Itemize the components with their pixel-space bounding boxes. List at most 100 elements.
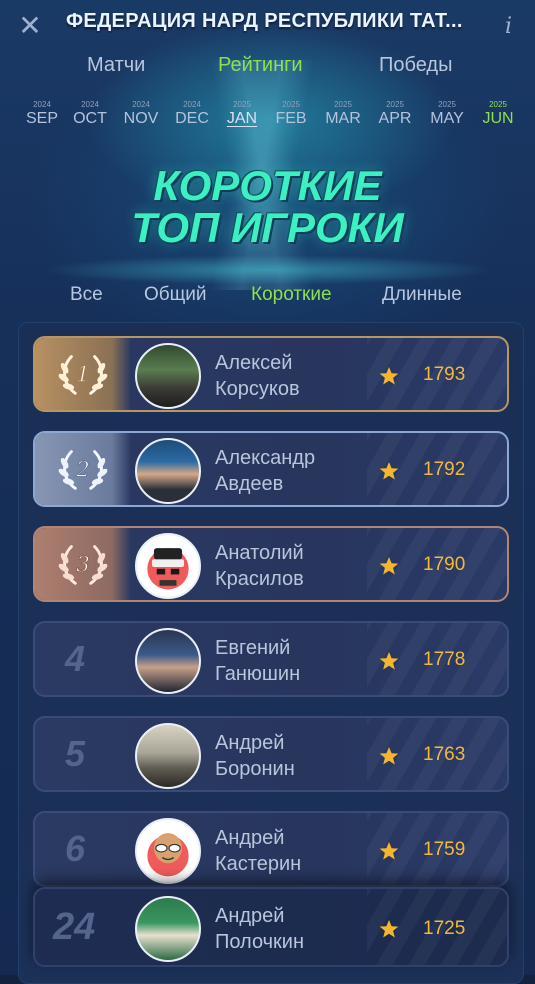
player-name: Евгений Ганюшин xyxy=(215,635,385,687)
avatar xyxy=(135,818,201,884)
gold-laurel-icon: 1 xyxy=(58,355,108,395)
rank-badge: 3 xyxy=(35,528,131,600)
avatar xyxy=(135,896,201,962)
star-icon xyxy=(379,462,399,480)
month-nov-2024[interactable]: 2024 NOV xyxy=(115,100,167,128)
rank-badge: 5 xyxy=(35,718,131,790)
info-icon[interactable]: i xyxy=(505,14,519,39)
leaderboard-row-4[interactable]: 4 Евгений Ганюшин 1778 xyxy=(33,621,509,697)
leaderboard-row-5[interactable]: 5 Андрей Боронин 1763 xyxy=(33,716,509,792)
player-name: Андрей Полочкин xyxy=(215,903,385,955)
month-label: JAN xyxy=(226,110,258,127)
star-icon xyxy=(379,367,399,385)
rank-number: 4 xyxy=(65,638,86,679)
player-first-name: Александр xyxy=(215,447,316,469)
player-first-name: Андрей xyxy=(215,905,285,927)
month-label: APR xyxy=(378,110,412,127)
star-icon xyxy=(379,557,399,575)
month-jun-2025[interactable]: 2025 JUN xyxy=(472,100,524,128)
avatar xyxy=(135,438,201,504)
month-label: MAY xyxy=(430,110,464,127)
player-last-name: Красилов xyxy=(215,568,304,590)
game-type-filters: Все Общий Короткие Длинные xyxy=(0,284,535,310)
rank-number: 2 xyxy=(75,458,90,483)
player-first-name: Андрей xyxy=(215,732,285,754)
month-jan-2025[interactable]: 2025 JAN xyxy=(216,100,268,128)
filter-short[interactable]: Короткие xyxy=(251,284,332,306)
month-year: 2025 xyxy=(438,100,456,109)
star-icon xyxy=(379,652,399,670)
player-name: Анатолий Красилов xyxy=(215,540,385,592)
player-last-name: Корсуков xyxy=(215,378,300,400)
filter-all[interactable]: Все xyxy=(70,284,103,306)
silver-laurel-icon: 2 xyxy=(58,450,108,490)
month-dec-2024[interactable]: 2024 DEC xyxy=(166,100,218,128)
rank-number: 24 xyxy=(53,905,96,948)
current-player-row[interactable]: 24 Андрей Полочкин 1725 xyxy=(33,887,509,967)
month-year: 2025 xyxy=(386,100,404,109)
rank-badge: 24 xyxy=(35,889,131,965)
player-name: Александр Авдеев xyxy=(215,445,385,497)
avatar xyxy=(135,533,201,599)
month-year: 2025 xyxy=(489,100,507,109)
rank-number: 6 xyxy=(65,828,86,869)
month-year: 2024 xyxy=(33,100,51,109)
hero-title-line1: КОРОТКИЕ xyxy=(153,162,382,209)
month-sep-2024[interactable]: 2024 SEP xyxy=(16,100,68,128)
month-year: 2024 xyxy=(132,100,150,109)
rank-number: 5 xyxy=(65,733,86,774)
avatar xyxy=(135,343,201,409)
tab-matches[interactable]: Матчи xyxy=(87,54,145,77)
player-first-name: Андрей xyxy=(215,827,285,849)
player-name: Алексей Корсуков xyxy=(215,350,385,402)
rating-score: 1790 xyxy=(423,554,466,575)
player-last-name: Боронин xyxy=(215,758,295,780)
filter-long[interactable]: Длинные xyxy=(382,284,462,306)
rating-score: 1792 xyxy=(423,459,466,480)
rating-score: 1793 xyxy=(423,364,466,385)
leaderboard-row-6[interactable]: 6 Андрей Кастерин 1759 xyxy=(33,811,509,887)
month-year: 2025 xyxy=(233,100,251,109)
hero-title-line2: ТОП ИГРОКИ xyxy=(131,204,404,251)
month-may-2025[interactable]: 2025 MAY xyxy=(421,100,473,128)
player-name: Андрей Боронин xyxy=(215,730,385,782)
rank-badge: 1 xyxy=(35,338,131,410)
cartoon-avatar-icon xyxy=(147,833,189,877)
leaderboard-row-1[interactable]: 1 Алексей Корсуков 1793 xyxy=(33,336,509,412)
player-first-name: Евгений xyxy=(215,637,291,659)
tab-wins[interactable]: Победы xyxy=(379,54,452,77)
bronze-laurel-icon: 3 xyxy=(58,545,108,585)
player-last-name: Полочкин xyxy=(215,931,305,953)
close-icon[interactable]: ✕ xyxy=(18,12,42,40)
star-icon xyxy=(379,920,399,938)
rating-score: 1725 xyxy=(423,918,466,939)
rating-score: 1759 xyxy=(423,839,466,860)
month-label: DEC xyxy=(175,110,209,127)
month-mar-2025[interactable]: 2025 MAR xyxy=(317,100,369,128)
rank-badge: 2 xyxy=(35,433,131,505)
main-tabs: Матчи Рейтинги Победы xyxy=(0,54,535,80)
tab-ratings[interactable]: Рейтинги xyxy=(218,54,303,77)
rating-score: 1778 xyxy=(423,649,466,670)
rating-score: 1763 xyxy=(423,744,466,765)
month-label: MAR xyxy=(325,110,361,127)
star-icon xyxy=(379,747,399,765)
month-year: 2025 xyxy=(282,100,300,109)
avatar xyxy=(135,723,201,789)
month-label: OCT xyxy=(73,110,107,127)
month-apr-2025[interactable]: 2025 APR xyxy=(369,100,421,128)
player-first-name: Алексей xyxy=(215,352,293,374)
month-oct-2024[interactable]: 2024 OCT xyxy=(64,100,116,128)
month-label: NOV xyxy=(123,110,159,127)
leaderboard-row-2[interactable]: 2 Александр Авдеев 1792 xyxy=(33,431,509,507)
player-last-name: Ганюшин xyxy=(215,663,301,685)
hero-banner: КОРОТКИЕ ТОП ИГРОКИ xyxy=(0,158,535,258)
star-icon xyxy=(379,842,399,860)
month-year: 2025 xyxy=(334,100,352,109)
page-title: ФЕДЕРАЦИЯ НАРД РЕСПУБЛИКИ ТАТ... xyxy=(66,10,463,32)
month-feb-2025[interactable]: 2025 FEB xyxy=(265,100,317,128)
leaderboard-row-3[interactable]: 3 Анатолий Красилов 1790 xyxy=(33,526,509,602)
rank-number: 1 xyxy=(76,363,90,388)
rank-number: 3 xyxy=(76,553,90,578)
filter-general[interactable]: Общий xyxy=(144,284,207,306)
